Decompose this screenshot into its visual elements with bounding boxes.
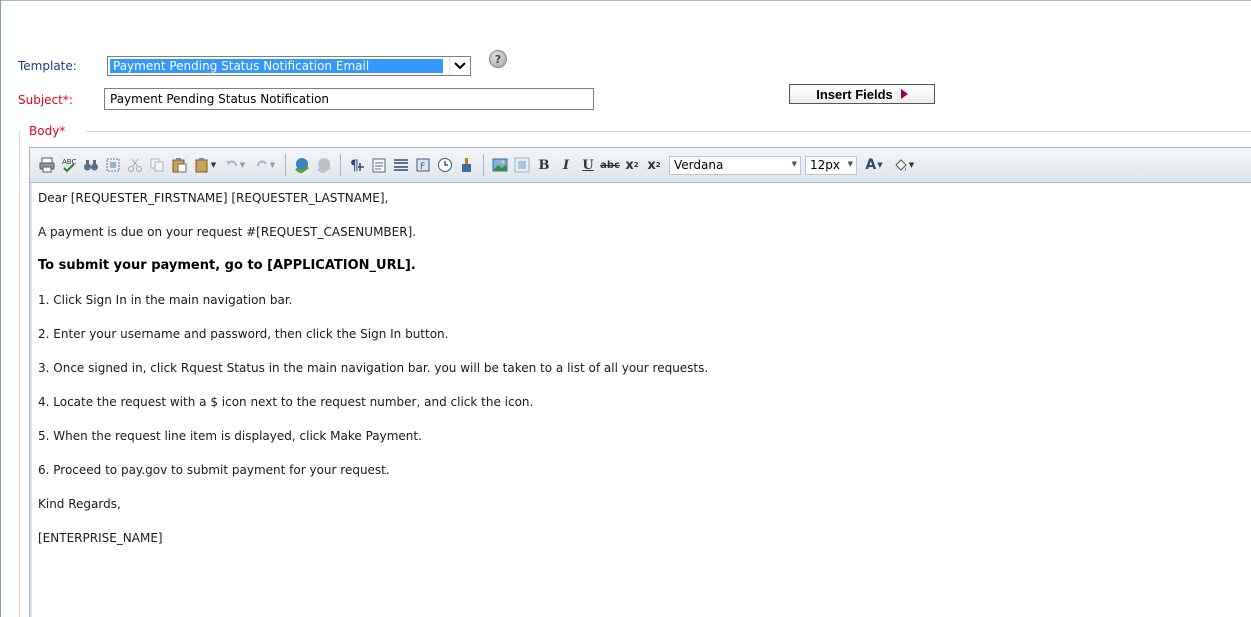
- select-all-icon[interactable]: [104, 156, 122, 174]
- template-label: Template:: [18, 59, 77, 73]
- paragraph-icon[interactable]: ¶: [348, 156, 366, 174]
- help-icon[interactable]: ?: [489, 50, 507, 68]
- svg-text:¶: ¶: [350, 158, 359, 173]
- insert-image-icon[interactable]: [491, 156, 509, 174]
- paste-icon[interactable]: [170, 156, 188, 174]
- body-line: 5. When the request line item is display…: [38, 429, 422, 443]
- editor-toolbar: ABC ▼ ▼ ▼ ¶ F B I U abc x 2 x 2 Verdana …: [30, 148, 1251, 183]
- bold-icon[interactable]: B: [535, 156, 553, 174]
- cut-icon[interactable]: [126, 156, 144, 174]
- svg-text:F: F: [420, 162, 425, 172]
- format-painter-icon[interactable]: [458, 156, 476, 174]
- italic-icon[interactable]: I: [557, 156, 575, 174]
- body-label: Body*: [26, 124, 69, 138]
- chevron-down-icon: ▼: [791, 159, 797, 168]
- toolbar-separator: [285, 154, 286, 176]
- remove-link-icon[interactable]: [315, 156, 333, 174]
- horizontal-rule-icon[interactable]: [392, 156, 410, 174]
- font-color-icon[interactable]: A ▼: [861, 156, 887, 174]
- font-family-value: Verdana: [674, 158, 724, 172]
- undo-icon[interactable]: ▼: [222, 156, 248, 174]
- underline-icon[interactable]: U: [579, 156, 597, 174]
- font-size-value: 12px: [810, 158, 840, 172]
- body-line: Kind Regards,: [38, 497, 121, 511]
- body-line: Dear [REQUESTER_FIRSTNAME] [REQUESTER_LA…: [38, 191, 389, 205]
- highlight-color-icon[interactable]: ▼: [891, 156, 917, 174]
- editor-content-area[interactable]: Dear [REQUESTER_FIRSTNAME] [REQUESTER_LA…: [30, 183, 1251, 617]
- toolbar-separator: [340, 154, 341, 176]
- insert-fields-label: Insert Fields: [816, 86, 893, 102]
- insert-fields-button[interactable]: Insert Fields: [789, 84, 935, 104]
- subject-input[interactable]: Payment Pending Status Notification: [104, 88, 594, 110]
- paste-text-icon[interactable]: [370, 156, 388, 174]
- paste-options-icon[interactable]: ▼: [192, 156, 218, 174]
- frame-left-border: [0, 0, 1, 617]
- body-fieldset-left-border: [19, 131, 20, 617]
- redo-icon[interactable]: ▼: [252, 156, 278, 174]
- body-line: A payment is due on your request #[REQUE…: [38, 225, 417, 239]
- subscript-icon[interactable]: x2: [645, 156, 663, 174]
- triangle-right-icon: [900, 89, 908, 99]
- clock-icon[interactable]: [436, 156, 454, 174]
- copy-icon[interactable]: [148, 156, 166, 174]
- rich-text-editor: ABC ▼ ▼ ▼ ¶ F B I U abc x 2 x 2 Verdana …: [29, 147, 1251, 617]
- image-manager-icon[interactable]: [513, 156, 531, 174]
- find-replace-icon[interactable]: [82, 156, 100, 174]
- insert-link-icon[interactable]: [293, 156, 311, 174]
- print-icon[interactable]: [38, 156, 56, 174]
- font-size-select[interactable]: 12px ▼: [805, 155, 857, 175]
- body-fieldset-border: [86, 131, 1251, 132]
- body-line: 4. Locate the request with a $ icon next…: [38, 395, 534, 409]
- strikethrough-icon[interactable]: abc: [600, 156, 620, 174]
- body-line: 2. Enter your username and password, the…: [38, 327, 449, 341]
- insert-table-icon[interactable]: F: [414, 156, 432, 174]
- chevron-down-icon: ▼: [847, 159, 853, 168]
- font-family-select[interactable]: Verdana ▼: [669, 155, 801, 175]
- body-line: 3. Once signed in, click Rquest Status i…: [38, 361, 709, 375]
- frame-top-border: [0, 0, 1251, 1]
- body-line: 6. Proceed to pay.gov to submit payment …: [38, 463, 390, 477]
- chevron-down-icon[interactable]: [449, 57, 470, 75]
- spellcheck-icon[interactable]: ABC: [60, 156, 78, 174]
- body-line: 1. Click Sign In in the main navigation …: [38, 293, 293, 307]
- template-select[interactable]: Payment Pending Status Notification Emai…: [107, 56, 471, 76]
- toolbar-separator: [483, 154, 484, 176]
- superscript-icon[interactable]: x2: [623, 156, 641, 174]
- subject-label: Subject*:: [18, 93, 73, 107]
- body-line: [ENTERPRISE_NAME]: [38, 531, 163, 545]
- template-select-value: Payment Pending Status Notification Emai…: [110, 59, 443, 73]
- body-line: To submit your payment, go to [APPLICATI…: [38, 258, 416, 273]
